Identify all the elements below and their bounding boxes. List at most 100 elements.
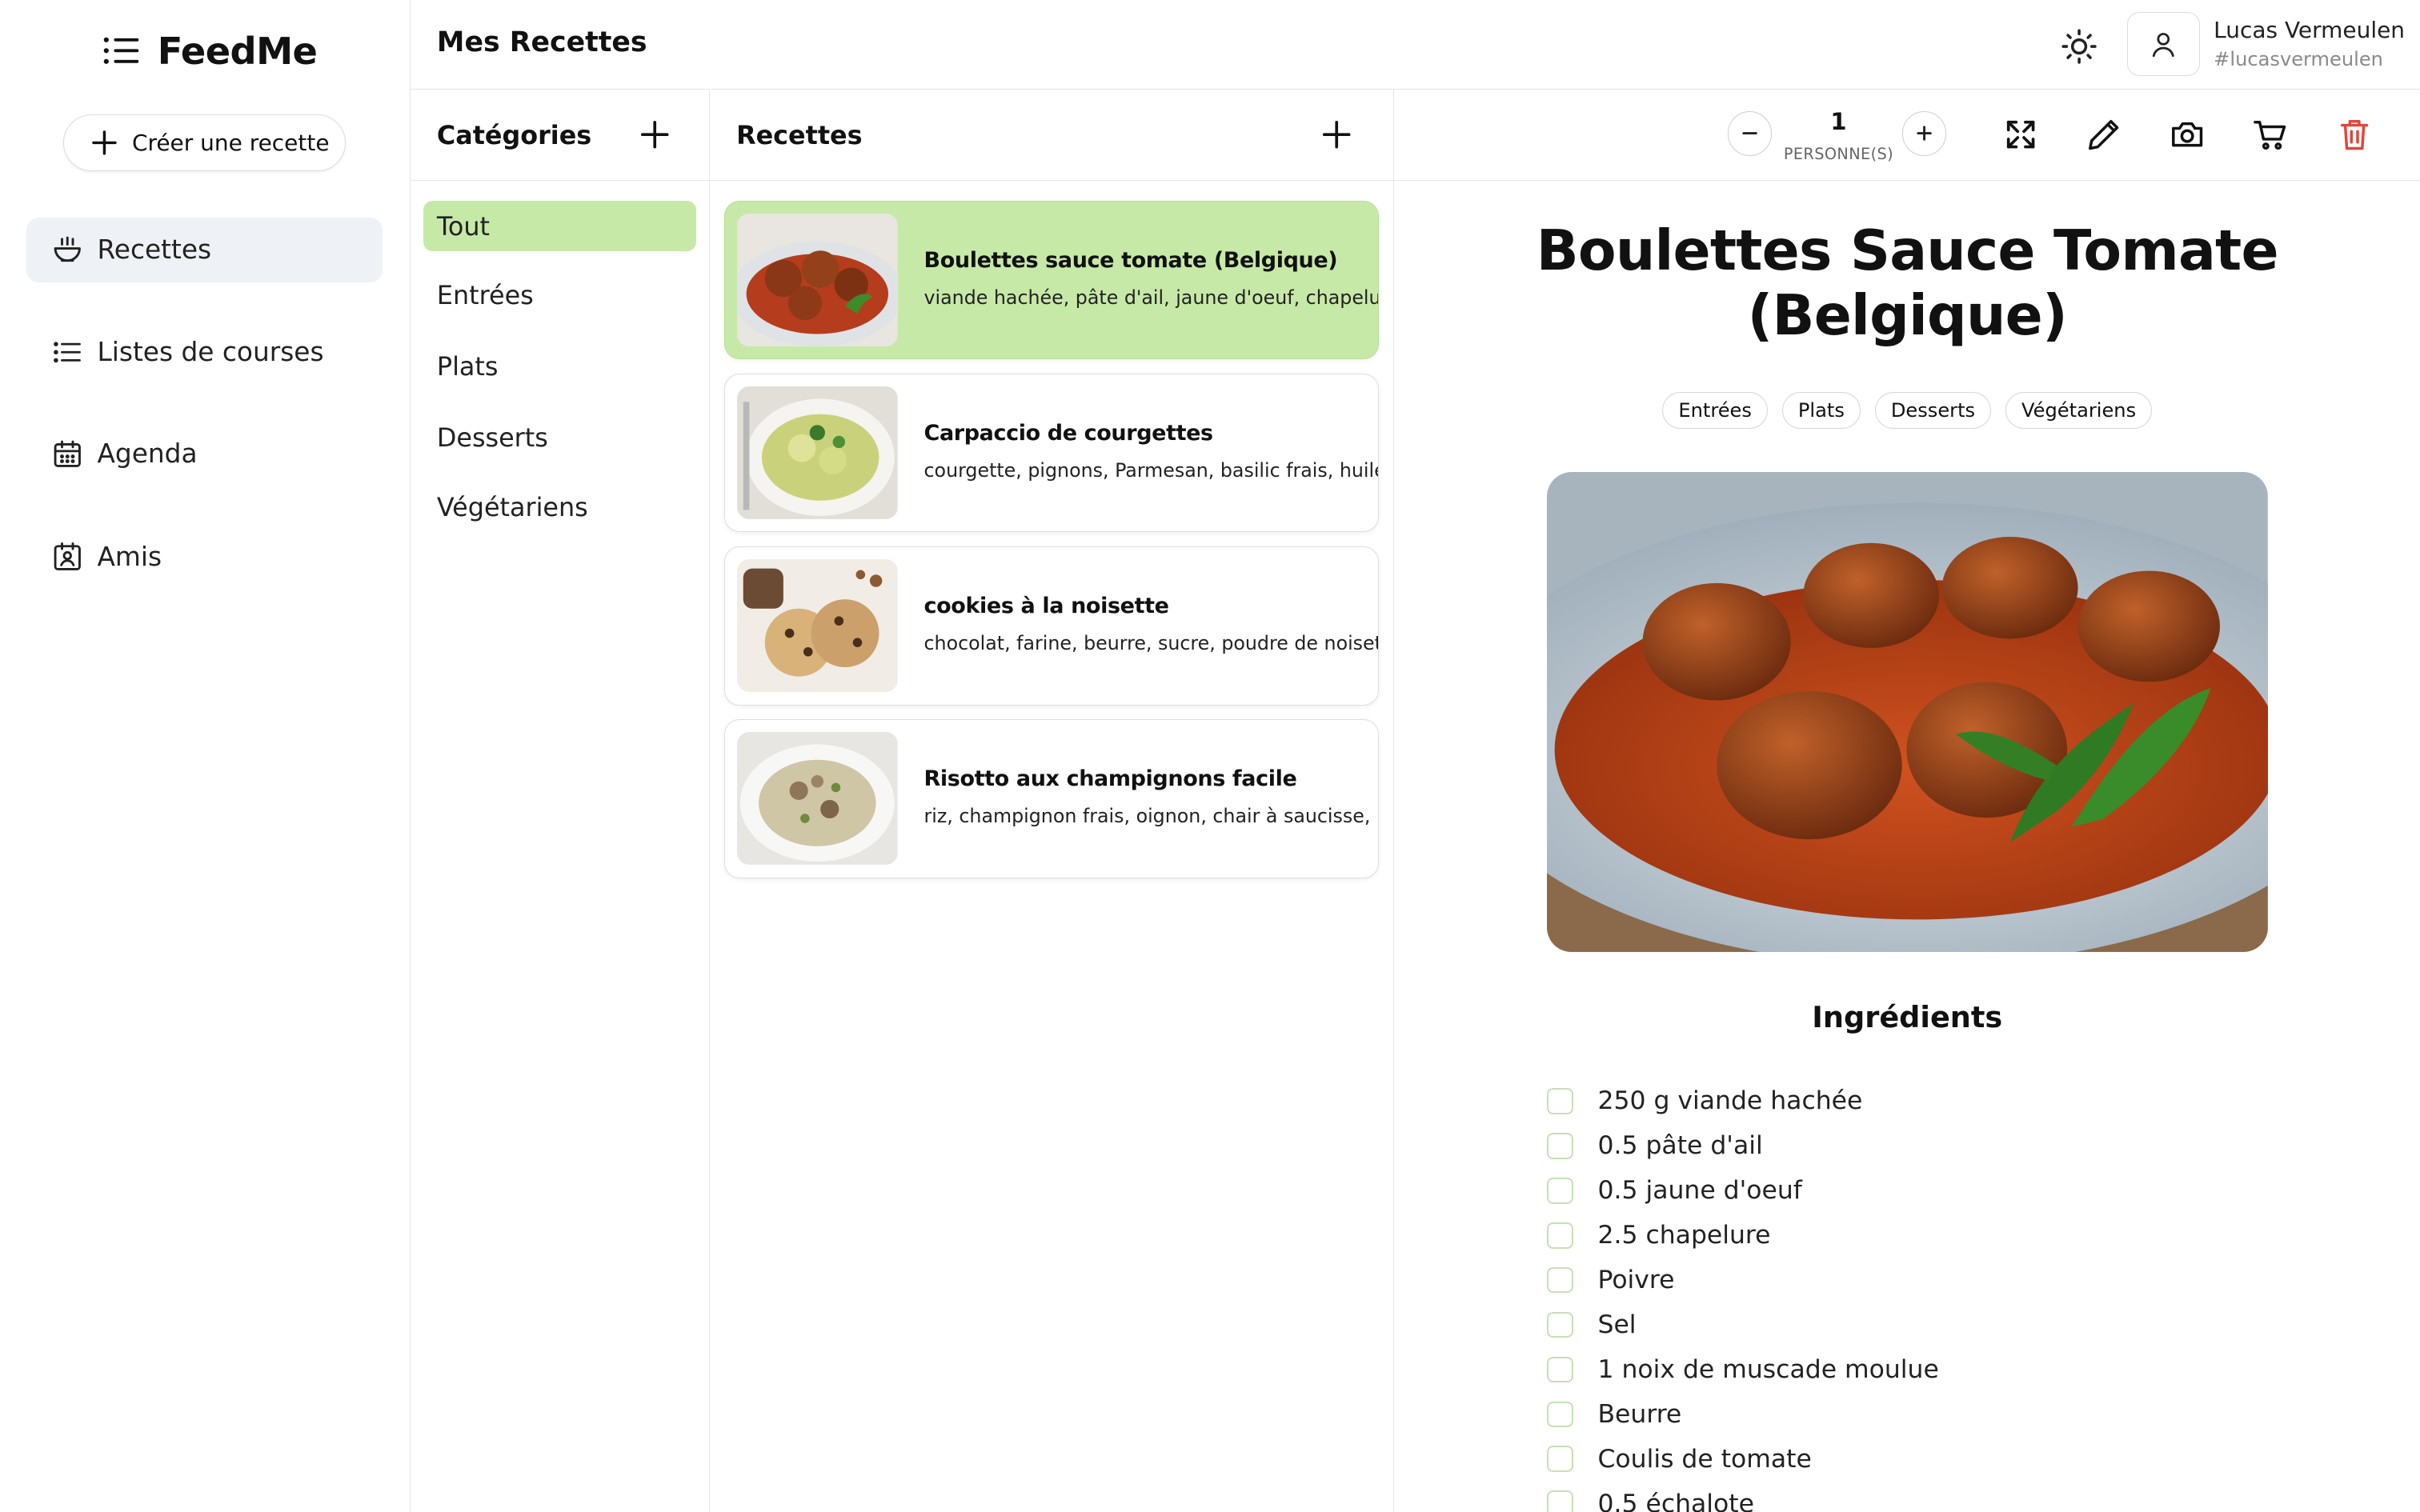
contact-icon — [54, 542, 81, 570]
ingredients-title: Ingrédients — [1812, 999, 2003, 1034]
ingredient-checkbox[interactable] — [1546, 1490, 1573, 1512]
categories-header: Catégories — [411, 90, 710, 181]
menu-icon[interactable] — [102, 35, 142, 66]
sidebar-item-recettes[interactable]: Recettes — [26, 217, 383, 282]
ingredient-checkbox[interactable] — [1546, 1401, 1573, 1428]
user-handle: #lucasvermeulen — [2214, 47, 2383, 70]
recipe-title: Boulettes sauce tomate (Belgique) — [924, 247, 1338, 273]
recipe-ingredients: viande hachée, pâte d'ail, jaune d'oeuf,… — [924, 286, 1378, 309]
category-item-plats[interactable]: Plats — [423, 341, 696, 392]
recipe-card[interactable]: cookies à la noisette chocolat, farine, … — [723, 546, 1379, 706]
ingredient-checkbox[interactable] — [1546, 1132, 1573, 1159]
category-item-entrees[interactable]: Entrées — [423, 270, 696, 322]
ingredient-label: Poivre — [1597, 1266, 1675, 1295]
recipe-title: cookies à la noisette — [924, 593, 1169, 618]
ingredient-row[interactable]: 250 g viande hachée — [1546, 1078, 2319, 1123]
add-category-plus-icon[interactable] — [638, 118, 671, 151]
plus-icon — [91, 130, 117, 155]
sidebar-item-listes-de-courses[interactable]: Listes de courses — [26, 319, 383, 384]
recipe-detail: 1 PERSONNE(S) Boulettes Sauce Tomate (Be… — [1393, 90, 2420, 1512]
tag-chip[interactable]: Plats — [1781, 391, 1861, 430]
list-icon — [53, 341, 81, 362]
ingredient-row[interactable]: 0.5 pâte d'ail — [1546, 1123, 2319, 1168]
ingredient-row[interactable]: Poivre — [1546, 1258, 2319, 1302]
detail-toolbar: 1 PERSONNE(S) — [1393, 90, 2420, 181]
categories-panel: Catégories Tout Entrées Plats Desserts V… — [411, 89, 711, 1512]
recipe-thumbnail — [737, 386, 898, 520]
brand: FeedMe — [102, 28, 318, 74]
sidebar: FeedMe Créer une recette Recettes Listes… — [0, 0, 411, 1512]
avatar-button[interactable] — [2127, 12, 2200, 76]
ingredient-row[interactable]: 2.5 chapelure — [1546, 1213, 2319, 1258]
add-recipe-plus-icon[interactable] — [1320, 118, 1353, 151]
calendar-icon — [54, 440, 81, 467]
page-title: Mes Recettes — [436, 26, 647, 58]
delete-trash-icon[interactable] — [2336, 116, 2373, 153]
ingredient-row[interactable]: Sel — [1546, 1302, 2319, 1347]
ingredient-label: 1 noix de muscade moulue — [1597, 1354, 1939, 1384]
increase-servings-button[interactable] — [1901, 110, 1947, 156]
user-icon — [2153, 32, 2174, 57]
ingredient-row[interactable]: Coulis de tomate — [1546, 1437, 2319, 1482]
tag-list: Entrées Plats Desserts Végétariens — [1394, 391, 2420, 430]
ingredient-checkbox[interactable] — [1546, 1446, 1573, 1473]
ingredient-row[interactable]: Beurre — [1546, 1392, 2319, 1437]
recipe-hero-image — [1546, 472, 2268, 953]
theme-toggle-sun-icon[interactable] — [2059, 26, 2099, 66]
ingredient-row[interactable]: 0.5 échalote — [1546, 1482, 2319, 1512]
tag-chip[interactable]: Végétariens — [2005, 391, 2153, 430]
recipes-panel: Recettes Boulettes sauce tomate (Belgiqu… — [710, 89, 1394, 1512]
tag-chip[interactable]: Desserts — [1874, 391, 1992, 430]
ingredient-label: Coulis de tomate — [1597, 1444, 1812, 1474]
ingredient-checkbox[interactable] — [1546, 1222, 1573, 1249]
servings-label: PERSONNE(S) — [1783, 145, 1894, 164]
ingredient-row[interactable]: 0.5 jaune d'oeuf — [1546, 1168, 2319, 1213]
ingredient-row[interactable]: 1 noix de muscade moulue — [1546, 1347, 2319, 1392]
user-name: Lucas Vermeulen — [2214, 17, 2406, 44]
create-recipe-button[interactable]: Créer une recette — [63, 114, 347, 172]
servings-count: 1 — [1830, 108, 1847, 136]
ingredient-label: 0.5 jaune d'oeuf — [1597, 1176, 1802, 1206]
ingredient-checkbox[interactable] — [1546, 1087, 1573, 1114]
sidebar-item-amis[interactable]: Amis — [26, 525, 383, 590]
category-item-vegetariens[interactable]: Végétariens — [423, 482, 696, 533]
sidebar-item-label: Recettes — [97, 234, 212, 266]
sidebar-item-agenda[interactable]: Agenda — [26, 422, 383, 486]
shopping-cart-icon[interactable] — [2252, 116, 2289, 153]
recipe-card[interactable]: Risotto aux champignons facile riz, cham… — [723, 718, 1379, 878]
ingredient-label: 250 g viande hachée — [1597, 1086, 1863, 1116]
ingredient-checkbox[interactable] — [1546, 1177, 1573, 1204]
recipe-title: Carpaccio de courgettes — [924, 420, 1214, 446]
recipe-card[interactable]: Boulettes sauce tomate (Belgique) viande… — [723, 200, 1379, 360]
recipe-title: Risotto aux champignons facile — [924, 766, 1297, 791]
ingredient-label: 0.5 pâte d'ail — [1597, 1131, 1763, 1161]
top-header: Mes Recettes Lucas Vermeulen #lucasverme… — [411, 0, 2420, 90]
recipe-thumbnail — [737, 214, 898, 347]
ingredient-label: 2.5 chapelure — [1597, 1221, 1771, 1250]
ingredients-list: 250 g viande hachée 0.5 pâte d'ail 0.5 j… — [1546, 1078, 2319, 1512]
ingredient-checkbox[interactable] — [1546, 1356, 1573, 1383]
edit-pencil-icon[interactable] — [2085, 116, 2122, 153]
tag-chip[interactable]: Entrées — [1662, 391, 1769, 430]
recipe-thumbnail — [737, 559, 898, 693]
category-item-desserts[interactable]: Desserts — [423, 412, 696, 463]
sidebar-item-label: Listes de courses — [97, 336, 324, 367]
decrease-servings-button[interactable] — [1727, 110, 1773, 156]
categories-title: Catégories — [436, 120, 592, 151]
sidebar-item-label: Agenda — [97, 438, 198, 470]
ingredient-checkbox[interactable] — [1546, 1266, 1573, 1294]
recipe-card[interactable]: Carpaccio de courgettes courgette, pigno… — [723, 373, 1379, 533]
category-item-tout[interactable]: Tout — [423, 200, 696, 252]
fullscreen-icon[interactable] — [2002, 116, 2039, 153]
plus-icon — [1917, 126, 1932, 141]
camera-icon[interactable] — [2169, 116, 2206, 153]
sidebar-item-label: Amis — [97, 542, 162, 573]
ingredient-checkbox[interactable] — [1546, 1311, 1573, 1338]
recipes-title: Recettes — [736, 120, 863, 151]
ingredient-label: Beurre — [1597, 1399, 1682, 1429]
recipe-detail-title: Boulettes Sauce Tomate (Belgique) — [1536, 218, 2279, 348]
minus-icon — [1742, 132, 1757, 135]
recipe-ingredients: courgette, pignons, Parmesan, basilic fr… — [924, 458, 1378, 482]
app-name: FeedMe — [157, 29, 318, 73]
create-recipe-label: Créer une recette — [131, 129, 330, 156]
